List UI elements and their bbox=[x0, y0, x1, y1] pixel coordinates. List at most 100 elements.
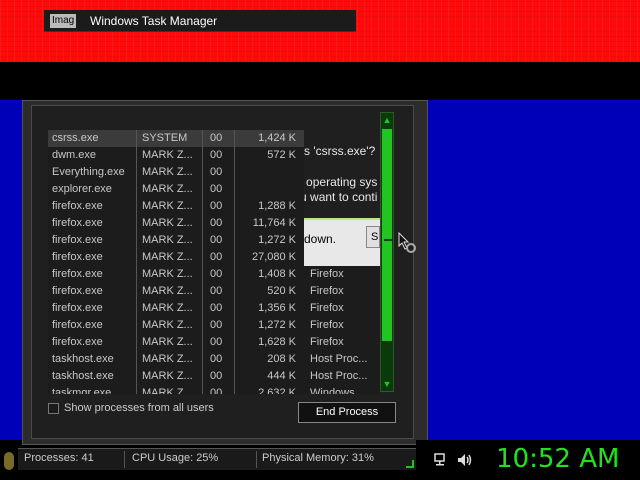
show-all-checkbox[interactable] bbox=[48, 402, 59, 414]
resize-grip-icon[interactable] bbox=[406, 460, 414, 468]
process-description: Firefox bbox=[310, 302, 344, 314]
process-cpu: 00 bbox=[210, 200, 223, 212]
process-memory: 1,288 K bbox=[258, 200, 296, 212]
scroll-down-arrow-icon[interactable]: ▼ bbox=[381, 378, 393, 390]
process-row[interactable]: taskhost.exe MARK Z... 00 444 K bbox=[48, 368, 304, 385]
process-cpu: 00 bbox=[210, 285, 223, 297]
process-user: MARK Z... bbox=[142, 234, 193, 246]
process-name: firefox.exe bbox=[52, 268, 103, 280]
process-name: firefox.exe bbox=[52, 336, 103, 348]
volume-icon[interactable] bbox=[456, 452, 474, 468]
process-row[interactable]: firefox.exe MARK Z... 00 1,408 K bbox=[48, 266, 304, 283]
process-description: Firefox bbox=[310, 319, 344, 331]
process-row[interactable]: firefox.exe MARK Z... 00 520 K bbox=[48, 283, 304, 300]
process-name: Everything.exe bbox=[52, 166, 125, 178]
process-row[interactable]: csrss.exe SYSTEM 00 1,424 K bbox=[48, 130, 304, 147]
process-name: firefox.exe bbox=[52, 217, 103, 229]
process-user: MARK Z... bbox=[142, 370, 193, 382]
process-memory: 2,632 K bbox=[258, 387, 296, 394]
process-description: Windows... bbox=[310, 387, 364, 394]
process-cpu: 00 bbox=[210, 319, 223, 331]
status-cpu-usage: CPU Usage: 25% bbox=[132, 452, 219, 464]
process-row[interactable]: Everything.exe MARK Z... 00 bbox=[48, 164, 304, 181]
process-user: MARK Z... bbox=[142, 217, 193, 229]
process-cpu: 00 bbox=[210, 183, 223, 195]
process-name: firefox.exe bbox=[52, 319, 103, 331]
desktop-background-right bbox=[428, 100, 640, 440]
status-bar: Processes: 41 CPU Usage: 25% Physical Me… bbox=[18, 448, 416, 470]
process-cpu: 00 bbox=[210, 387, 223, 394]
window-title: Windows Task Manager bbox=[90, 14, 218, 28]
process-memory: 208 K bbox=[267, 353, 296, 365]
process-name: taskmgr.exe bbox=[52, 387, 112, 394]
process-row[interactable]: firefox.exe MARK Z... 00 1,272 K bbox=[48, 232, 304, 249]
process-name: dwm.exe bbox=[52, 149, 97, 161]
process-cpu: 00 bbox=[210, 302, 223, 314]
process-name: firefox.exe bbox=[52, 200, 103, 212]
process-name: taskhost.exe bbox=[52, 370, 114, 382]
network-icon[interactable] bbox=[433, 452, 449, 468]
process-memory: 1,408 K bbox=[258, 268, 296, 280]
process-user: MARK Z... bbox=[142, 353, 193, 365]
process-row[interactable]: firefox.exe MARK Z... 00 11,764 K bbox=[48, 215, 304, 232]
process-name: firefox.exe bbox=[52, 302, 103, 314]
scrollbar-thumb[interactable] bbox=[382, 129, 392, 341]
process-cpu: 00 bbox=[210, 251, 223, 263]
process-memory: 520 K bbox=[267, 285, 296, 297]
process-row[interactable]: firefox.exe MARK Z... 00 27,080 K bbox=[48, 249, 304, 266]
busy-cursor-icon bbox=[398, 232, 416, 253]
process-row[interactable]: explorer.exe MARK Z... 00 bbox=[48, 181, 304, 198]
process-user: MARK Z... bbox=[142, 251, 193, 263]
status-processes: Processes: 41 bbox=[24, 452, 94, 464]
dialog-shutdown-button[interactable]: S bbox=[366, 226, 380, 248]
process-user: MARK Z... bbox=[142, 183, 193, 195]
process-row[interactable]: firefox.exe MARK Z... 00 1,356 K bbox=[48, 300, 304, 317]
process-cpu: 00 bbox=[210, 353, 223, 365]
process-user: SYSTEM bbox=[142, 132, 188, 144]
status-physical-memory: Physical Memory: 31% bbox=[262, 452, 374, 464]
title-bar[interactable]: Imag Windows Task Manager bbox=[44, 10, 356, 32]
system-clock[interactable]: 10:52 AM bbox=[496, 444, 619, 474]
process-description: Firefox bbox=[310, 336, 344, 348]
scroll-up-arrow-icon[interactable]: ▲ bbox=[381, 114, 393, 126]
process-memory: 1,356 K bbox=[258, 302, 296, 314]
process-list[interactable]: csrss.exe SYSTEM 00 1,424 K dwm.exe MARK Z...… bbox=[48, 130, 304, 394]
image-name-icon: Imag bbox=[50, 14, 76, 28]
process-cpu: 00 bbox=[210, 370, 223, 382]
process-description: Host Proc... bbox=[310, 353, 368, 365]
process-cpu: 00 bbox=[210, 268, 223, 280]
process-memory: 11,764 K bbox=[252, 217, 296, 229]
process-memory: 444 K bbox=[267, 370, 296, 382]
process-name: firefox.exe bbox=[52, 285, 103, 297]
process-row[interactable]: firefox.exe MARK Z... 00 1,272 K bbox=[48, 317, 304, 334]
process-memory: 27,080 K bbox=[251, 251, 296, 263]
end-process-button[interactable]: End Process bbox=[298, 402, 396, 423]
process-row[interactable]: firefox.exe MARK Z... 00 1,628 K bbox=[48, 334, 304, 351]
process-cpu: 00 bbox=[210, 132, 223, 144]
process-cpu: 00 bbox=[210, 234, 223, 246]
column-divider bbox=[234, 130, 235, 394]
process-user: MARK Z... bbox=[142, 319, 193, 331]
process-user: MARK Z... bbox=[142, 285, 193, 297]
process-user: MARK Z... bbox=[142, 268, 193, 280]
process-description: Firefox bbox=[310, 268, 344, 280]
process-description: Firefox bbox=[310, 285, 344, 297]
process-row[interactable]: taskmgr.exe MARK Z... 00 2,632 K bbox=[48, 385, 304, 394]
process-cpu: 00 bbox=[210, 336, 223, 348]
process-row[interactable]: firefox.exe MARK Z... 00 1,288 K bbox=[48, 198, 304, 215]
vertical-scrollbar[interactable]: ▲ ▼ bbox=[380, 112, 394, 392]
start-button[interactable] bbox=[4, 452, 14, 470]
description-column: Firefox Firefox Firefox Firefox Firefox Host … bbox=[304, 266, 380, 394]
process-user: MARK Z... bbox=[142, 149, 193, 161]
column-divider bbox=[202, 130, 203, 394]
column-divider bbox=[136, 130, 137, 394]
process-memory: 1,424 K bbox=[258, 132, 296, 144]
show-all-processes-toggle[interactable]: Show processes from all users bbox=[48, 402, 214, 414]
process-user: MARK Z... bbox=[142, 336, 193, 348]
process-row[interactable]: dwm.exe MARK Z... 00 572 K bbox=[48, 147, 304, 164]
process-row[interactable]: taskhost.exe MARK Z... 00 208 K bbox=[48, 351, 304, 368]
dialog-shutdown-text: down. bbox=[304, 232, 337, 246]
process-memory: 1,628 K bbox=[258, 336, 296, 348]
process-memory: 572 K bbox=[267, 149, 296, 161]
process-name: firefox.exe bbox=[52, 251, 103, 263]
